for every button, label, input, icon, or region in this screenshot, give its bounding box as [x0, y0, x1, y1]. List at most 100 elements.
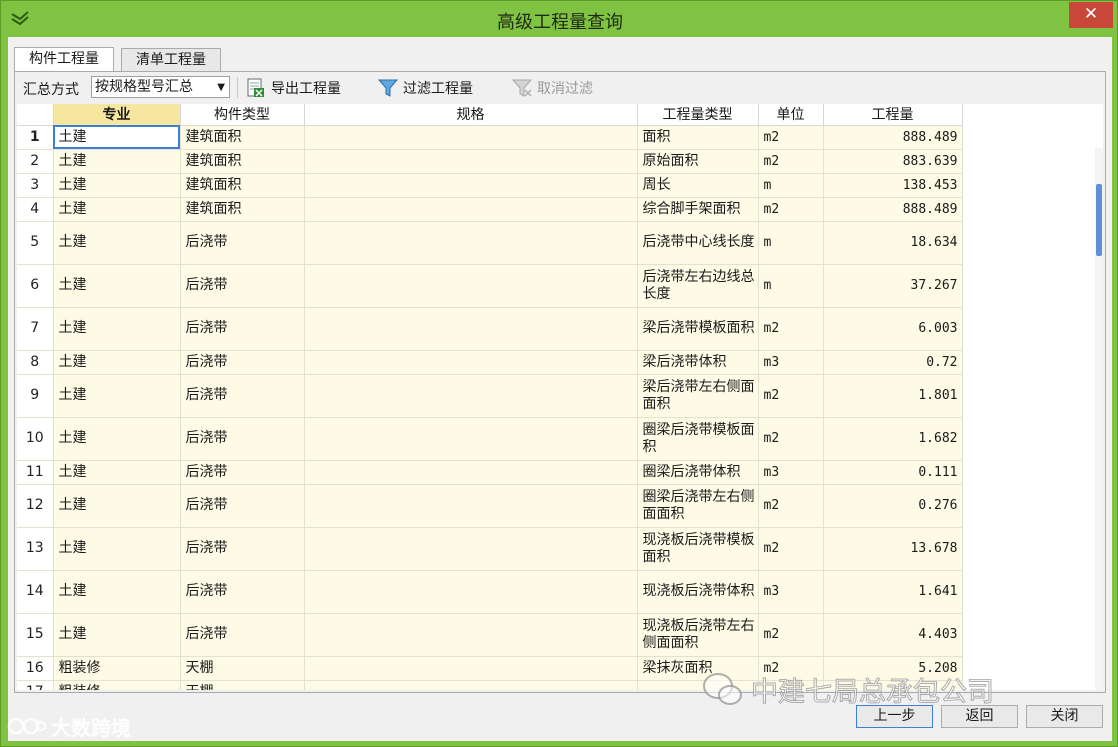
cell-spec[interactable]	[304, 125, 638, 150]
cell-spec[interactable]	[304, 613, 638, 657]
cell-component-type[interactable]: 建筑面积	[180, 149, 305, 174]
cell-spec[interactable]	[304, 460, 638, 485]
cell-quantity-type[interactable]: 现浇板后浇带左右侧面面积	[637, 613, 759, 657]
cell-major[interactable]: 土建	[53, 149, 181, 174]
cell-component-type[interactable]: 建筑面积	[180, 125, 305, 150]
column-header-component-type[interactable]: 构件类型	[180, 104, 305, 126]
vertical-scrollbar[interactable]	[1095, 148, 1103, 690]
cell-spec[interactable]	[304, 149, 638, 174]
cell-unit[interactable]: m2	[758, 307, 824, 351]
cell-quantity[interactable]: 4.403	[823, 613, 963, 657]
cell-unit[interactable]: m3	[758, 570, 824, 614]
quantity-grid[interactable]: 专业 构件类型 规格 工程量类型 单位 工程量 1 土建 建筑面积 面积 m2 …	[17, 104, 1103, 690]
cell-major[interactable]: 土建	[53, 613, 181, 657]
cell-component-type[interactable]: 后浇带	[180, 264, 305, 308]
cell-spec[interactable]	[304, 527, 638, 571]
cell-major[interactable]: 土建	[53, 527, 181, 571]
table-row[interactable]: 1 土建 建筑面积 面积 m2 888.489	[17, 125, 963, 150]
title-bar[interactable]: 高级工程量查询 ✕	[1, 1, 1118, 37]
cell-major[interactable]: 土建	[53, 307, 181, 351]
cell-quantity[interactable]: 888.489	[823, 125, 963, 150]
cell-major[interactable]: 土建	[53, 350, 181, 375]
cell-quantity-type[interactable]: 综合脚手架面积	[637, 197, 759, 222]
cell-unit[interactable]: m	[758, 173, 824, 198]
table-row[interactable]: 6 土建 后浇带 后浇带左右边线总长度 m 37.267	[17, 264, 963, 308]
cell-unit[interactable]: m2	[758, 125, 824, 150]
cell-major[interactable]: 土建	[53, 374, 181, 418]
cell-spec[interactable]	[304, 417, 638, 461]
cell-component-type[interactable]: 后浇带	[180, 484, 305, 528]
column-header-quantity[interactable]: 工程量	[823, 104, 963, 126]
cell-spec[interactable]	[304, 484, 638, 528]
window-close-button[interactable]: ✕	[1069, 2, 1113, 28]
tab-component-quantity[interactable]: 构件工程量	[14, 47, 114, 72]
cell-quantity-type[interactable]: 圈梁后浇带模板面积	[637, 417, 759, 461]
cell-major[interactable]: 土建	[53, 264, 181, 308]
cell-spec[interactable]	[304, 570, 638, 614]
cell-component-type[interactable]: 后浇带	[180, 570, 305, 614]
cell-spec[interactable]	[304, 197, 638, 222]
cell-quantity-type[interactable]: 梁后浇带模板面积	[637, 307, 759, 351]
cell-quantity[interactable]: 138.453	[823, 173, 963, 198]
cell-quantity[interactable]: 0.276	[823, 484, 963, 528]
cell-quantity-type[interactable]: 现浇板后浇带体积	[637, 570, 759, 614]
table-row[interactable]: 8 土建 后浇带 梁后浇带体积 m3 0.72	[17, 350, 963, 375]
cell-quantity-type[interactable]: 周长	[637, 173, 759, 198]
cell-unit[interactable]: m2	[758, 613, 824, 657]
table-row[interactable]: 2 土建 建筑面积 原始面积 m2 883.639	[17, 149, 963, 174]
table-row[interactable]: 3 土建 建筑面积 周长 m 138.453	[17, 173, 963, 198]
cell-quantity[interactable]: 888.489	[823, 197, 963, 222]
cell-quantity[interactable]: 13.678	[823, 527, 963, 571]
cell-quantity[interactable]: 6.003	[823, 307, 963, 351]
cell-component-type[interactable]: 后浇带	[180, 221, 305, 265]
table-row[interactable]: 10 土建 后浇带 圈梁后浇带模板面积 m2 1.682	[17, 417, 963, 461]
table-row[interactable]: 14 土建 后浇带 现浇板后浇带体积 m3 1.641	[17, 570, 963, 614]
cell-quantity-type[interactable]: 现浇板后浇带模板面积	[637, 527, 759, 571]
column-header-unit[interactable]: 单位	[758, 104, 824, 126]
cell-quantity[interactable]: 0.111	[823, 460, 963, 485]
cell-quantity[interactable]: 1.641	[823, 570, 963, 614]
cell-component-type[interactable]: 建筑面积	[180, 197, 305, 222]
cell-unit[interactable]: m2	[758, 417, 824, 461]
cell-quantity[interactable]: 0.72	[823, 350, 963, 375]
cell-major[interactable]: 土建	[53, 484, 181, 528]
cell-spec[interactable]	[304, 173, 638, 198]
cell-component-type[interactable]: 后浇带	[180, 307, 305, 351]
table-row[interactable]: 5 土建 后浇带 后浇带中心线长度 m 18.634	[17, 221, 963, 265]
cell-spec[interactable]	[304, 680, 638, 690]
cell-major[interactable]: 粗装修	[53, 680, 181, 690]
cell-major[interactable]: 土建	[53, 125, 181, 150]
cell-unit[interactable]: m3	[758, 460, 824, 485]
cell-component-type[interactable]: 天棚	[180, 656, 305, 681]
cell-component-type[interactable]: 天棚	[180, 680, 305, 690]
cell-quantity[interactable]: 883.639	[823, 149, 963, 174]
filter-quantity-button[interactable]: 过滤工程量	[377, 75, 473, 101]
close-button[interactable]: 关闭	[1026, 705, 1103, 728]
cell-spec[interactable]	[304, 374, 638, 418]
cell-unit[interactable]: m2	[758, 197, 824, 222]
summary-mode-select[interactable]: 按规格型号汇总 ▼	[91, 76, 230, 98]
cell-component-type[interactable]: 后浇带	[180, 374, 305, 418]
table-row[interactable]: 7 土建 后浇带 梁后浇带模板面积 m2 6.003	[17, 307, 963, 351]
cell-major[interactable]: 土建	[53, 570, 181, 614]
table-row[interactable]: 12 土建 后浇带 圈梁后浇带左右侧面面积 m2 0.276	[17, 484, 963, 528]
cell-quantity[interactable]: 37.267	[823, 264, 963, 308]
cell-major[interactable]: 土建	[53, 221, 181, 265]
cell-quantity[interactable]: 1.682	[823, 417, 963, 461]
cell-unit[interactable]: m3	[758, 350, 824, 375]
cell-quantity-type[interactable]: 圈梁后浇带左右侧面面积	[637, 484, 759, 528]
cell-quantity-type[interactable]: 面积	[637, 125, 759, 150]
cell-component-type[interactable]: 后浇带	[180, 527, 305, 571]
cell-quantity-type[interactable]: 后浇带左右边线总长度	[637, 264, 759, 308]
cell-spec[interactable]	[304, 307, 638, 351]
cell-quantity[interactable]: 18.634	[823, 221, 963, 265]
scrollbar-thumb[interactable]	[1096, 184, 1102, 256]
cell-major[interactable]: 粗装修	[53, 656, 181, 681]
cell-quantity-type[interactable]: 圈梁后浇带体积	[637, 460, 759, 485]
column-header-quantity-type[interactable]: 工程量类型	[637, 104, 759, 126]
cell-major[interactable]: 土建	[53, 197, 181, 222]
cell-spec[interactable]	[304, 221, 638, 265]
table-row[interactable]: 11 土建 后浇带 圈梁后浇带体积 m3 0.111	[17, 460, 963, 485]
cell-component-type[interactable]: 后浇带	[180, 613, 305, 657]
cell-major[interactable]: 土建	[53, 173, 181, 198]
